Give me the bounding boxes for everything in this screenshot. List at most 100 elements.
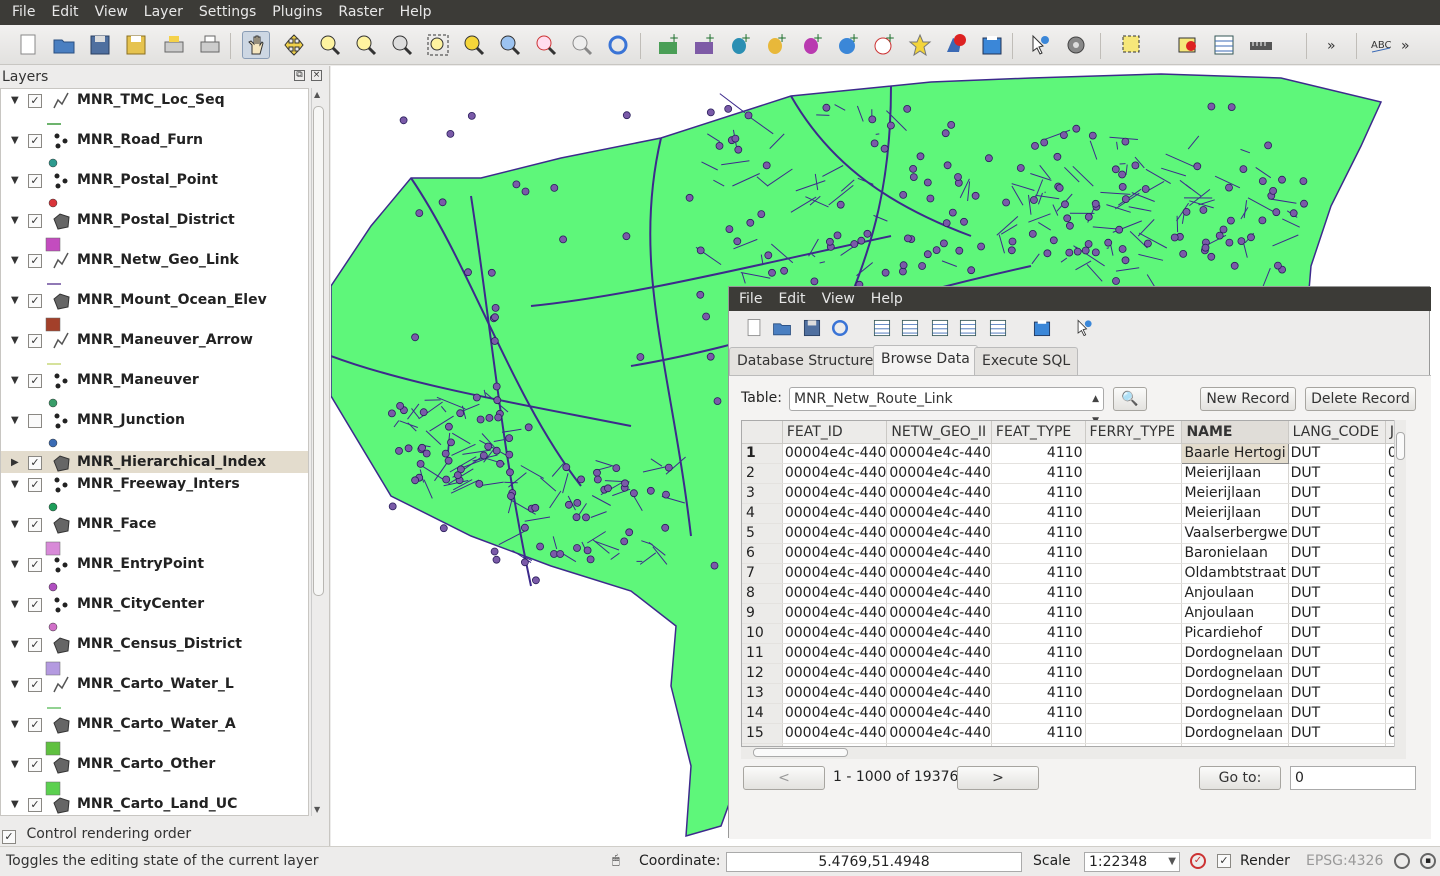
grid-vscroll-thumb[interactable] <box>1396 432 1405 460</box>
row-number[interactable]: 11 <box>742 643 783 664</box>
whats-this-icon[interactable] <box>1073 317 1095 339</box>
revert-changes-icon[interactable] <box>829 317 851 339</box>
layer-visibility-checkbox[interactable]: ✓ <box>28 798 42 812</box>
grid-horizontal-scrollbar[interactable] <box>741 747 1406 759</box>
layer-visibility-checkbox[interactable]: ✓ <box>28 478 42 492</box>
next-page-button[interactable]: > <box>957 766 1039 790</box>
table-row[interactable]: 15 00004e4c-440 00004e4c-440 4110 Dordognela… <box>742 723 1405 744</box>
new-project-icon[interactable] <box>14 31 42 59</box>
table-cell[interactable]: 00004e4c-440 <box>886 503 992 524</box>
table-cell[interactable]: 00004e4c-440 <box>886 603 992 624</box>
open-db-icon[interactable] <box>771 317 793 339</box>
column-header[interactable]: NAME <box>1181 421 1289 444</box>
collapse-arrow-icon[interactable]: ▼ <box>11 335 19 346</box>
zoom-last-icon[interactable] <box>532 31 560 59</box>
table-cell[interactable]: 00004e4c-440 <box>886 463 992 484</box>
remove-layer-icon[interactable] <box>942 31 970 59</box>
table-cell[interactable]: 4110 <box>991 623 1086 644</box>
open-project-icon[interactable] <box>50 31 78 59</box>
layer-visibility-checkbox[interactable]: ✓ <box>28 214 42 228</box>
layer-visibility-checkbox[interactable]: ✓ <box>28 678 42 692</box>
table-row[interactable]: 6 00004e4c-440 00004e4c-440 4110 Baronielaan… <box>742 543 1405 564</box>
table-cell[interactable]: 4110 <box>991 583 1086 604</box>
column-header[interactable]: NETW_GEO_II <box>886 421 992 444</box>
table-cell[interactable] <box>1085 443 1183 464</box>
table-cell[interactable]: 00004e4c-440 <box>782 683 888 704</box>
table-cell[interactable]: 00004e4c-440 <box>886 623 992 644</box>
db-menu-help[interactable]: Help <box>863 287 911 312</box>
menu-file[interactable]: File <box>4 0 43 25</box>
data-grid[interactable]: FEAT_ID NETW_GEO_II FEAT_TYPE FERRY_TYPE NAM… <box>741 420 1406 747</box>
add-raster-icon[interactable]: + <box>690 31 718 59</box>
create-index-icon[interactable] <box>957 317 979 339</box>
table-cell[interactable] <box>1085 723 1183 744</box>
delete-index-icon[interactable] <box>987 317 1009 339</box>
goto-button[interactable]: Go to: <box>1199 766 1281 790</box>
preferences-icon[interactable] <box>1031 317 1053 339</box>
table-cell[interactable]: 4110 <box>991 543 1086 564</box>
table-cell[interactable]: Picardiehof <box>1181 623 1289 644</box>
layer-visibility-checkbox[interactable]: ✓ <box>28 334 42 348</box>
layer-row[interactable]: ▼ ✓ MNR_Netw_Geo_Link <box>1 249 308 289</box>
table-cell[interactable]: 00004e4c-440 <box>782 603 888 624</box>
table-cell[interactable]: 4110 <box>991 723 1086 744</box>
table-cell[interactable] <box>1085 703 1183 724</box>
table-cell[interactable]: 00004e4c-440 <box>782 623 888 644</box>
messages-icon[interactable]: ▪ <box>1420 853 1436 869</box>
table-cell[interactable]: 00004e4c-440 <box>782 483 888 504</box>
table-row[interactable]: 5 00004e4c-440 00004e4c-440 4110 Vaalserberg… <box>742 523 1405 544</box>
control-rendering-order-row[interactable]: ✓ Control rendering order <box>2 826 191 844</box>
table-cell[interactable] <box>1085 563 1183 584</box>
column-header[interactable]: FERRY_TYPE <box>1085 421 1183 444</box>
tab-execute-sql[interactable]: Execute SQL <box>974 347 1079 375</box>
float-panel-icon[interactable]: ⧉ <box>294 70 305 81</box>
layer-row[interactable]: ▶ ✓ MNR_Hierarchical_Index <box>1 451 308 473</box>
new-record-button[interactable]: New Record <box>1200 387 1296 411</box>
control-rendering-order-checkbox[interactable]: ✓ <box>2 830 16 844</box>
table-cell[interactable]: 4110 <box>991 683 1086 704</box>
table-row[interactable]: 1 00004e4c-440 00004e4c-440 4110 Baarle Hert… <box>742 442 1405 464</box>
table-cell[interactable]: 00004e4c-440 <box>886 663 992 684</box>
collapse-arrow-icon[interactable]: ▼ <box>11 559 19 570</box>
row-number[interactable]: 9 <box>742 603 783 624</box>
collapse-arrow-icon[interactable]: ▼ <box>11 679 19 690</box>
layer-row[interactable]: ▼ MNR_Junction <box>1 409 308 449</box>
row-number[interactable]: 5 <box>742 523 783 544</box>
add-postgis-icon[interactable]: + <box>726 31 754 59</box>
table-row[interactable]: 7 00004e4c-440 00004e4c-440 4110 Oldambtstra… <box>742 563 1405 584</box>
row-number[interactable]: 12 <box>742 663 783 684</box>
table-cell[interactable]: 00004e4c-440 <box>782 563 888 584</box>
table-cell[interactable]: Dordognelaan <box>1181 643 1289 664</box>
layer-row[interactable]: ▼ ✓ MNR_Road_Furn <box>1 129 308 169</box>
menu-settings[interactable]: Settings <box>191 0 264 25</box>
db-menu-file[interactable]: File <box>731 287 770 312</box>
table-cell[interactable]: 4110 <box>991 443 1086 464</box>
table-cell[interactable] <box>1085 643 1183 664</box>
label-abc-icon[interactable]: ABC <box>1368 31 1396 59</box>
row-number[interactable]: 2 <box>742 463 783 484</box>
row-number[interactable]: 6 <box>742 543 783 564</box>
tab-browse-data[interactable]: Browse Data <box>873 345 978 376</box>
expand-arrow-icon[interactable]: ▶ <box>11 457 19 468</box>
layer-row[interactable]: ▼ ✓ MNR_Mount_Ocean_Elev <box>1 289 308 332</box>
tab-database-structure[interactable]: Database Structure <box>729 347 882 375</box>
collapse-arrow-icon[interactable]: ▼ <box>11 519 19 530</box>
table-cell[interactable]: DUT <box>1288 603 1386 624</box>
table-cell[interactable]: DUT <box>1288 583 1386 604</box>
collapse-arrow-icon[interactable]: ▼ <box>11 759 19 770</box>
scroll-up-icon[interactable]: ▲ <box>314 90 320 99</box>
table-cell[interactable] <box>1085 663 1183 684</box>
table-cell[interactable]: Baarle Hertogi <box>1181 442 1289 464</box>
layer-row[interactable]: ▼ ✓ MNR_Postal_Point <box>1 169 308 209</box>
menu-plugins[interactable]: Plugins <box>264 0 330 25</box>
table-row[interactable]: 12 00004e4c-440 00004e4c-440 4110 Dordognela… <box>742 663 1405 684</box>
search-button[interactable]: 🔍 <box>1113 387 1147 411</box>
column-header[interactable]: LANG_CODE <box>1288 421 1386 444</box>
layer-row[interactable]: ▼ ✓ MNR_Face <box>1 513 308 556</box>
table-cell[interactable]: DUT <box>1288 563 1386 584</box>
table-select[interactable]: MNR_Netw_Route_Link ▲▼ <box>789 387 1104 426</box>
zoom-native-icon[interactable] <box>388 31 416 59</box>
menu-view[interactable]: View <box>87 0 136 25</box>
table-cell[interactable] <box>1085 503 1183 524</box>
table-cell[interactable]: DUT <box>1288 703 1386 724</box>
